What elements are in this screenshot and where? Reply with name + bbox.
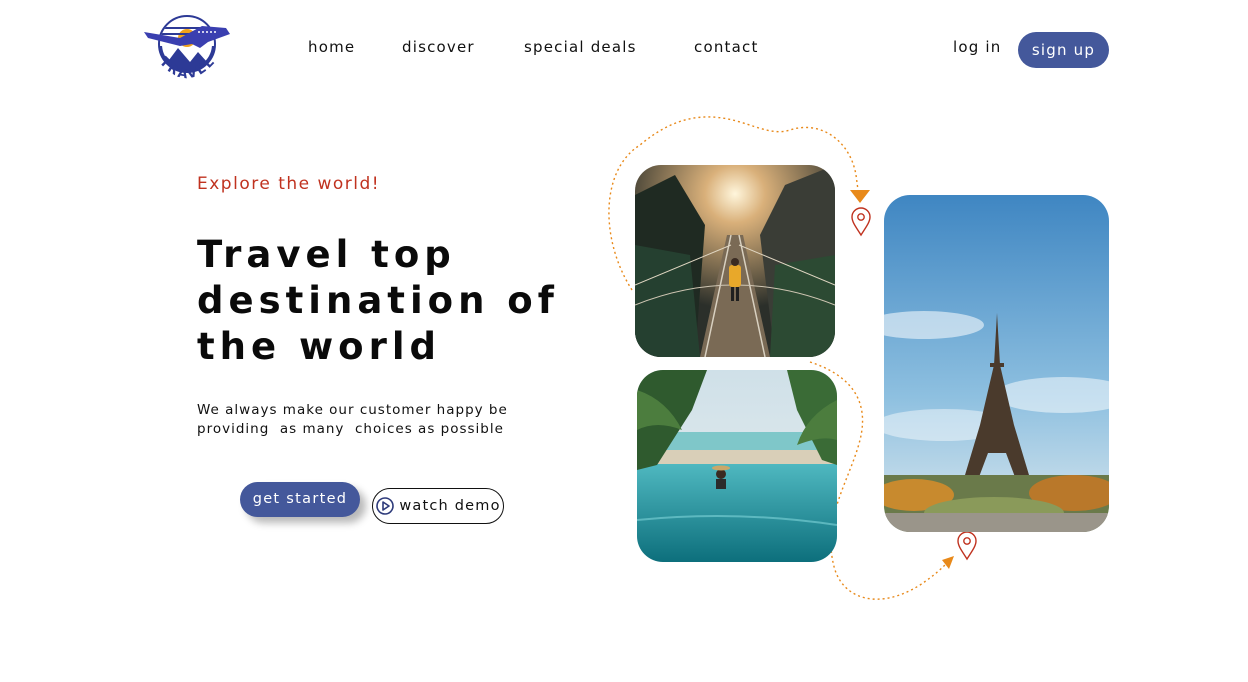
signup-button[interactable]: sign up — [1018, 32, 1109, 68]
watch-demo-button[interactable]: watch demo — [372, 488, 504, 524]
nav-contact[interactable]: contact — [694, 38, 759, 56]
arrow-right-icon — [942, 556, 954, 569]
arrow-down-icon — [850, 190, 870, 203]
location-pin-icon — [957, 531, 977, 561]
headline-line: the world — [197, 325, 442, 368]
headline-line: Travel top — [197, 233, 456, 276]
get-started-button[interactable]: get started — [240, 482, 360, 517]
description-line: We always make our customer happy be — [197, 402, 508, 418]
play-icon — [376, 497, 395, 515]
infinity-pool-photo — [637, 370, 837, 562]
hero-description: We always make our customer happy be pro… — [197, 401, 527, 439]
login-link[interactable]: log in — [953, 38, 1002, 56]
travel-logo[interactable]: TRAVEL — [140, 8, 234, 92]
location-pin-icon — [851, 207, 871, 237]
nav-discover[interactable]: discover — [402, 38, 475, 56]
headline-line: destination of — [197, 279, 559, 322]
hero-tagline: Explore the world! — [197, 174, 381, 194]
rope-bridge-photo — [635, 165, 835, 357]
nav-home[interactable]: home — [308, 38, 355, 56]
nav-special-deals[interactable]: special deals — [524, 38, 637, 56]
hero-headline: Travel top destination of the world — [197, 232, 577, 370]
description-line: providing as many choices as possible — [197, 421, 504, 437]
watch-demo-label: watch demo — [399, 498, 501, 514]
eiffel-tower-photo — [884, 195, 1109, 532]
